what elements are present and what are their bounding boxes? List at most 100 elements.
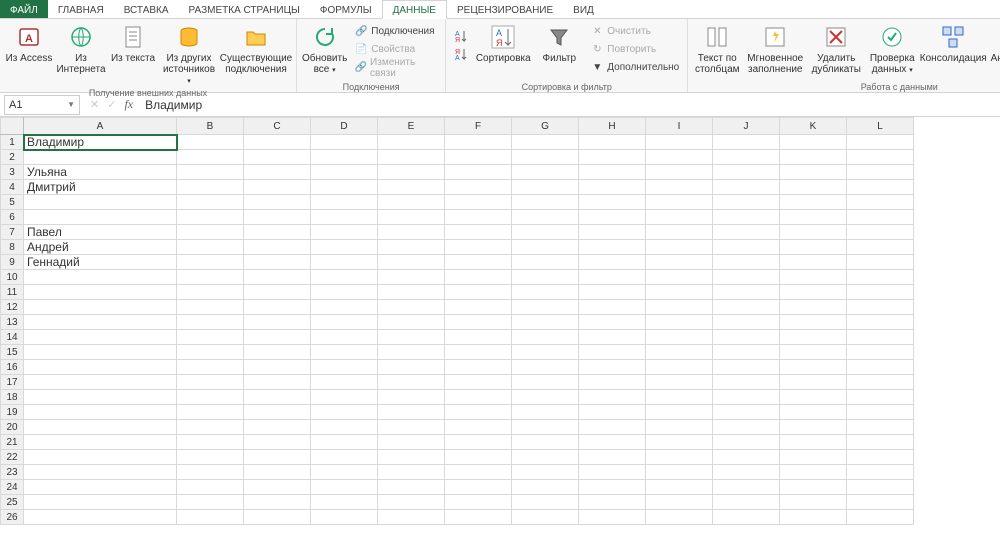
cell-J15[interactable] [713, 345, 780, 360]
cell-D22[interactable] [311, 450, 378, 465]
cell-H23[interactable] [579, 465, 646, 480]
cell-A24[interactable] [24, 480, 177, 495]
cell-C20[interactable] [244, 420, 311, 435]
cell-E2[interactable] [378, 150, 445, 165]
data-validation-button[interactable]: Проверка данных ▾ [867, 21, 917, 76]
cell-C4[interactable] [244, 180, 311, 195]
cell-F8[interactable] [445, 240, 512, 255]
cell-L9[interactable] [847, 255, 914, 270]
cell-H25[interactable] [579, 495, 646, 510]
cell-B5[interactable] [177, 195, 244, 210]
cell-E21[interactable] [378, 435, 445, 450]
cell-L8[interactable] [847, 240, 914, 255]
cell-K18[interactable] [780, 390, 847, 405]
cell-C16[interactable] [244, 360, 311, 375]
remove-dup-button[interactable]: Удалить дубликаты [809, 21, 863, 75]
cell-B13[interactable] [177, 315, 244, 330]
cell-A8[interactable]: Андрей [24, 240, 177, 255]
cell-J14[interactable] [713, 330, 780, 345]
cell-K16[interactable] [780, 360, 847, 375]
cell-F26[interactable] [445, 510, 512, 525]
cell-K24[interactable] [780, 480, 847, 495]
accept-icon[interactable]: ✓ [107, 98, 116, 111]
cell-K1[interactable] [780, 135, 847, 150]
cell-K19[interactable] [780, 405, 847, 420]
cell-B11[interactable] [177, 285, 244, 300]
cell-H6[interactable] [579, 210, 646, 225]
cell-D24[interactable] [311, 480, 378, 495]
filter-button[interactable]: Фильтр [535, 21, 583, 64]
cell-C24[interactable] [244, 480, 311, 495]
cell-C10[interactable] [244, 270, 311, 285]
row-header-9[interactable]: 9 [1, 255, 24, 270]
cell-K23[interactable] [780, 465, 847, 480]
from-other-button[interactable]: Из других источников ▾ [161, 21, 217, 87]
cell-D3[interactable] [311, 165, 378, 180]
cell-F22[interactable] [445, 450, 512, 465]
cell-I14[interactable] [646, 330, 713, 345]
cell-K17[interactable] [780, 375, 847, 390]
cell-J8[interactable] [713, 240, 780, 255]
cell-B17[interactable] [177, 375, 244, 390]
cell-L6[interactable] [847, 210, 914, 225]
cell-G20[interactable] [512, 420, 579, 435]
cell-H26[interactable] [579, 510, 646, 525]
cell-L12[interactable] [847, 300, 914, 315]
cell-G17[interactable] [512, 375, 579, 390]
cell-H3[interactable] [579, 165, 646, 180]
cell-I7[interactable] [646, 225, 713, 240]
cell-E14[interactable] [378, 330, 445, 345]
cell-G22[interactable] [512, 450, 579, 465]
cell-A18[interactable] [24, 390, 177, 405]
cell-D12[interactable] [311, 300, 378, 315]
column-header-C[interactable]: C [244, 118, 311, 135]
cell-K11[interactable] [780, 285, 847, 300]
cell-L16[interactable] [847, 360, 914, 375]
cell-B7[interactable] [177, 225, 244, 240]
row-header-8[interactable]: 8 [1, 240, 24, 255]
cell-D2[interactable] [311, 150, 378, 165]
cell-F16[interactable] [445, 360, 512, 375]
cell-D13[interactable] [311, 315, 378, 330]
cell-F23[interactable] [445, 465, 512, 480]
cell-A5[interactable] [24, 195, 177, 210]
cell-J3[interactable] [713, 165, 780, 180]
cell-H8[interactable] [579, 240, 646, 255]
cell-J7[interactable] [713, 225, 780, 240]
cell-B20[interactable] [177, 420, 244, 435]
cell-K21[interactable] [780, 435, 847, 450]
text-to-columns-button[interactable]: Текст по столбцам [693, 21, 741, 75]
cell-D6[interactable] [311, 210, 378, 225]
cell-H17[interactable] [579, 375, 646, 390]
clear-filter-button[interactable]: ✕Очистить [587, 23, 682, 40]
cell-A7[interactable]: Павел [24, 225, 177, 240]
cell-D8[interactable] [311, 240, 378, 255]
cell-H15[interactable] [579, 345, 646, 360]
cell-I12[interactable] [646, 300, 713, 315]
row-header-1[interactable]: 1 [1, 135, 24, 150]
cell-H2[interactable] [579, 150, 646, 165]
cell-D18[interactable] [311, 390, 378, 405]
row-header-25[interactable]: 25 [1, 495, 24, 510]
cell-H7[interactable] [579, 225, 646, 240]
row-header-14[interactable]: 14 [1, 330, 24, 345]
cell-A16[interactable] [24, 360, 177, 375]
cell-C1[interactable] [244, 135, 311, 150]
cell-L25[interactable] [847, 495, 914, 510]
cell-A20[interactable] [24, 420, 177, 435]
cell-A22[interactable] [24, 450, 177, 465]
cell-G6[interactable] [512, 210, 579, 225]
cell-G11[interactable] [512, 285, 579, 300]
cell-C23[interactable] [244, 465, 311, 480]
cell-G14[interactable] [512, 330, 579, 345]
cell-F24[interactable] [445, 480, 512, 495]
cell-I1[interactable] [646, 135, 713, 150]
cell-B21[interactable] [177, 435, 244, 450]
cell-J17[interactable] [713, 375, 780, 390]
cell-J12[interactable] [713, 300, 780, 315]
cell-D7[interactable] [311, 225, 378, 240]
cell-D16[interactable] [311, 360, 378, 375]
row-header-22[interactable]: 22 [1, 450, 24, 465]
cell-I2[interactable] [646, 150, 713, 165]
cell-A11[interactable] [24, 285, 177, 300]
